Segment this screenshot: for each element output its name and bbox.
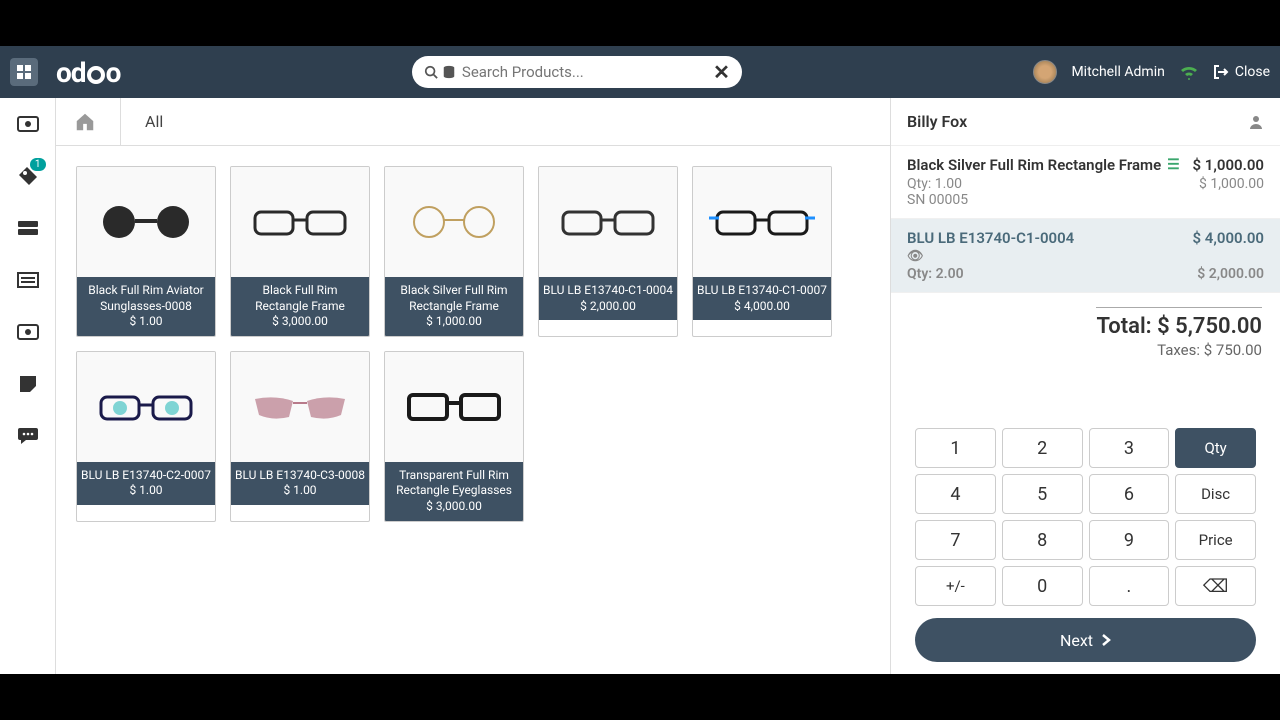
product-card[interactable]: Black Full Rim Aviator Sunglasses-0008$ … [76,166,216,337]
person-icon [1248,114,1264,130]
sidebar-tag-icon[interactable]: 1 [16,164,40,188]
glasses-icon [399,202,509,242]
list-icon: ☰ [1167,157,1180,173]
order-totals: Total: $ 5,750.00 Taxes: $ 750.00 [891,293,1280,367]
chevron-right-icon [1101,633,1111,647]
wifi-icon [1179,64,1199,80]
letterbox-top [0,0,1280,46]
product-card[interactable]: Black Silver Full Rim Rectangle Frame$ 1… [384,166,524,337]
product-card[interactable]: BLU LB E13740-C1-0007$ 4,000.00 [692,166,832,337]
search-clear-button[interactable]: ✕ [713,60,730,84]
product-card[interactable]: BLU LB E13740-C2-0007$ 1.00 [76,351,216,522]
user-avatar[interactable] [1033,60,1057,84]
breadcrumb-category[interactable]: All [145,112,163,131]
numpad-0[interactable]: 0 [1002,566,1083,606]
home-icon[interactable] [74,111,96,133]
sidebar-server-icon[interactable] [16,216,40,240]
sidebar-badge: 1 [30,158,46,171]
product-card[interactable]: Transparent Full Rim Rectangle Eyeglasse… [384,351,524,522]
numpad: 1 2 3 Qty 4 5 6 Disc 7 8 9 Price +/- 0 [915,428,1256,606]
sidebar-list-icon[interactable] [16,268,40,292]
order-line[interactable]: Black Silver Full Rim Rectangle Frame☰ $… [891,146,1280,219]
letterbox-bottom [0,674,1280,720]
apps-grid-icon [16,64,32,80]
sign-out-icon [1213,64,1229,80]
numpad-7[interactable]: 7 [915,520,996,560]
search-input[interactable] [462,63,707,81]
numpad-1[interactable]: 1 [915,428,996,468]
glasses-icon [707,202,817,242]
numpad-6[interactable]: 6 [1089,474,1170,514]
search-box[interactable]: ✕ [412,56,742,88]
numpad-disc[interactable]: Disc [1175,474,1256,514]
order-line-selected[interactable]: BLU LB E13740-C1-0004 $ 4,000.00 👁 Qty: … [891,219,1280,293]
numpad-backspace[interactable]: ⌫ [1175,566,1256,606]
numpad-8[interactable]: 8 [1002,520,1083,560]
glasses-icon [91,202,201,242]
odoo-logo: odo [56,56,120,89]
glasses-icon [399,387,509,427]
glasses-icon [91,387,201,427]
sidebar-money-icon[interactable] [16,320,40,344]
glasses-icon [245,387,355,427]
glasses-icon [245,202,355,242]
breadcrumb-bar: All [56,98,890,146]
product-grid: Black Full Rim Aviator Sunglasses-0008$ … [56,146,890,542]
user-name-label: Mitchell Admin [1071,64,1164,80]
numpad-price[interactable]: Price [1175,520,1256,560]
customer-selector[interactable]: Billy Fox [891,98,1280,146]
numpad-9[interactable]: 9 [1089,520,1170,560]
numpad-dot[interactable]: . [1089,566,1170,606]
numpad-5[interactable]: 5 [1002,474,1083,514]
order-panel: Billy Fox Black Silver Full Rim Rectangl… [890,98,1280,674]
numpad-2[interactable]: 2 [1002,428,1083,468]
apps-menu-button[interactable] [10,58,38,86]
database-icon [442,65,456,79]
search-icon [424,65,438,79]
sidebar-note-icon[interactable] [16,372,40,396]
glasses-icon [553,202,663,242]
product-card[interactable]: BLU LB E13740-C1-0004$ 2,000.00 [538,166,678,337]
left-sidebar: 1 [0,98,56,674]
next-button[interactable]: Next [915,618,1256,662]
eye-icon: 👁 [907,249,924,264]
numpad-sign[interactable]: +/- [915,566,996,606]
numpad-3[interactable]: 3 [1089,428,1170,468]
product-card[interactable]: BLU LB E13740-C3-0008$ 1.00 [230,351,370,522]
product-card[interactable]: Black Full Rim Rectangle Frame$ 3,000.00 [230,166,370,337]
close-session-button[interactable]: Close [1213,64,1270,80]
numpad-4[interactable]: 4 [915,474,996,514]
numpad-qty[interactable]: Qty [1175,428,1256,468]
sidebar-cash-icon[interactable] [16,112,40,136]
top-navbar: odo ✕ Mitchell Admin Close [0,46,1280,98]
sidebar-chat-icon[interactable] [16,424,40,448]
